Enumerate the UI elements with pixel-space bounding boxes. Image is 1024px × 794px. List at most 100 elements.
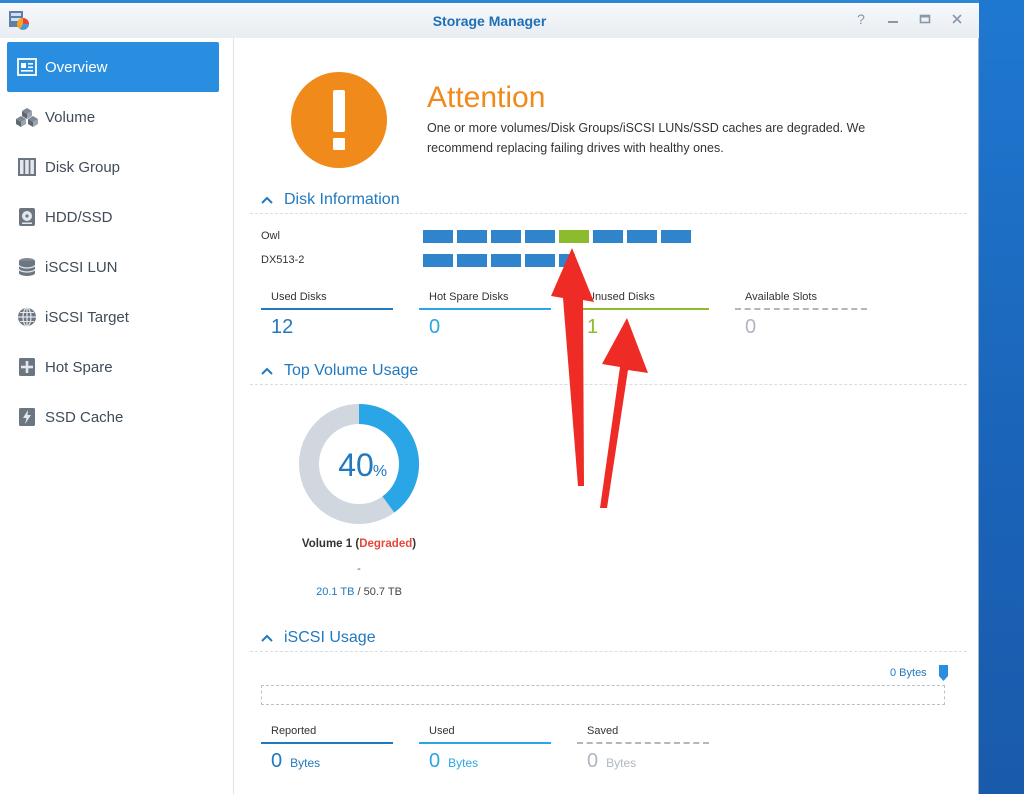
disk-slot-used[interactable] xyxy=(525,254,555,267)
sidebar-item-label: Volume xyxy=(45,108,96,126)
chevron-up-icon xyxy=(261,634,273,642)
disk-group-icon xyxy=(16,156,38,178)
volume-icon xyxy=(16,106,38,128)
disk-slot-used[interactable] xyxy=(423,254,453,267)
sidebar-item-label: iSCSI Target xyxy=(45,308,129,326)
usage-percent-sign: % xyxy=(373,463,387,480)
disk-slot-used[interactable] xyxy=(627,230,657,243)
close-icon[interactable] xyxy=(949,11,965,27)
stat-label: Unused Disks xyxy=(587,291,655,303)
sidebar-item-hdd-ssd[interactable]: HDD/SSD xyxy=(7,192,219,242)
stat-rule xyxy=(735,308,867,310)
desktop-background xyxy=(978,0,1024,794)
sidebar-item-iscsi-lun[interactable]: iSCSI LUN xyxy=(7,242,219,292)
volume-dash: - xyxy=(357,563,361,575)
window-controls: ? xyxy=(853,11,965,27)
overview-panel: Attention One or more volumes/Disk Group… xyxy=(235,38,978,794)
hot-spare-icon xyxy=(16,356,38,378)
stat-used-disks: Used Disks 12 xyxy=(261,291,393,343)
help-icon[interactable]: ? xyxy=(853,11,869,27)
disk-slot-used[interactable] xyxy=(491,230,521,243)
stat-rule xyxy=(577,742,709,744)
sidebar-item-hot-spare[interactable]: Hot Spare xyxy=(7,342,219,392)
disk-slot-used[interactable] xyxy=(525,230,555,243)
stat-unit: Bytes xyxy=(606,756,637,770)
stat-rule xyxy=(419,742,551,744)
stat-rule xyxy=(261,308,393,310)
stat-label: Used Disks xyxy=(271,291,327,303)
section-title: Disk Information xyxy=(284,190,400,208)
stat-available-slots: Available Slots 0 xyxy=(735,291,867,343)
device-name: Owl xyxy=(261,230,280,242)
section-title: iSCSI Usage xyxy=(284,628,376,646)
sidebar-item-disk-group[interactable]: Disk Group xyxy=(7,142,219,192)
stat-unused-disks: Unused Disks 1 xyxy=(577,291,709,343)
stat-value: 0 Bytes xyxy=(271,750,320,773)
disk-slot-used[interactable] xyxy=(423,230,453,243)
stat-label: Saved xyxy=(587,725,619,737)
stat-value: 12 xyxy=(271,316,294,338)
sidebar-item-label: HDD/SSD xyxy=(45,208,113,226)
stat-rule xyxy=(577,308,709,310)
ssd-cache-icon xyxy=(16,406,38,428)
sidebar: Overview Volume Disk Group HDD/SSD iSCSI… xyxy=(0,38,234,794)
volume-usage-donut: 40 % xyxy=(299,404,419,524)
title-bar: Storage Manager ? xyxy=(0,0,979,38)
stat-number: 0 xyxy=(587,750,599,772)
volume-name: Volume 1 (Degraded) xyxy=(235,538,483,550)
stat-number: 0 xyxy=(271,750,283,772)
stat-label: Hot Spare Disks xyxy=(429,291,509,303)
volume-total: 50.7 TB xyxy=(363,586,402,598)
sidebar-item-label: Disk Group xyxy=(45,158,121,176)
section-header-top-volume-usage[interactable]: Top Volume Usage xyxy=(250,357,967,385)
iscsi-usage-bar xyxy=(261,685,945,705)
iscsi-bar-label: 0 Bytes xyxy=(890,667,927,679)
stat-hot-spare-disks: Hot Spare Disks 0 xyxy=(419,291,551,343)
sidebar-item-label: iSCSI LUN xyxy=(45,258,118,276)
sidebar-item-ssd-cache[interactable]: SSD Cache xyxy=(7,392,219,442)
sidebar-item-label: Hot Spare xyxy=(45,358,113,376)
stat-used: Used 0 Bytes xyxy=(419,725,551,777)
sidebar-item-iscsi-target[interactable]: iSCSI Target xyxy=(7,292,219,342)
stat-reported: Reported 0 Bytes xyxy=(261,725,393,777)
sidebar-item-label: SSD Cache xyxy=(45,408,124,426)
disk-slot-used[interactable] xyxy=(457,230,487,243)
minimize-icon[interactable] xyxy=(885,11,901,27)
sidebar-item-volume[interactable]: Volume xyxy=(7,92,219,142)
disk-slot-used[interactable] xyxy=(559,254,575,267)
stat-value: 0 xyxy=(429,316,441,338)
disk-slot-used[interactable] xyxy=(593,230,623,243)
maximize-icon[interactable] xyxy=(917,11,933,27)
sidebar-item-overview[interactable]: Overview xyxy=(7,42,219,92)
disk-row-owl xyxy=(423,230,691,243)
stat-value: 0 Bytes xyxy=(429,750,478,773)
volume-label: Volume 1 ( xyxy=(301,538,360,550)
disk-slot-used[interactable] xyxy=(457,254,487,267)
stat-saved: Saved 0 Bytes xyxy=(577,725,709,777)
disk-slot-used[interactable] xyxy=(491,254,521,267)
volume-status: Degraded xyxy=(359,538,413,550)
chevron-up-icon xyxy=(261,367,273,375)
section-header-disk-information[interactable]: Disk Information xyxy=(250,186,967,214)
stat-value: 0 Bytes xyxy=(587,750,636,773)
disk-row-dx513-2 xyxy=(423,254,575,267)
stat-label: Reported xyxy=(271,725,317,737)
attention-message-line: recommend replacing failing drives with … xyxy=(427,141,724,155)
capacity-separator: / xyxy=(354,586,364,598)
usage-marker-icon xyxy=(939,665,948,681)
section-header-iscsi-usage[interactable]: iSCSI Usage xyxy=(250,624,967,652)
iscsi-target-icon xyxy=(16,306,38,328)
stat-unit: Bytes xyxy=(448,756,479,770)
volume-capacity: 20.1 TB / 50.7 TB xyxy=(235,586,483,598)
stat-value: 0 xyxy=(745,316,757,338)
disk-slot-unused[interactable] xyxy=(559,230,589,243)
volume-used: 20.1 TB xyxy=(316,586,355,598)
stat-unit: Bytes xyxy=(290,756,321,770)
attention-title: Attention xyxy=(427,81,546,114)
iscsi-lun-icon xyxy=(16,256,38,278)
chevron-up-icon xyxy=(261,196,273,204)
attention-message: One or more volumes/Disk Groups/iSCSI LU… xyxy=(427,118,927,158)
stat-rule xyxy=(419,308,551,310)
disk-slot-used[interactable] xyxy=(661,230,691,243)
usage-percent: 40 xyxy=(338,447,374,483)
